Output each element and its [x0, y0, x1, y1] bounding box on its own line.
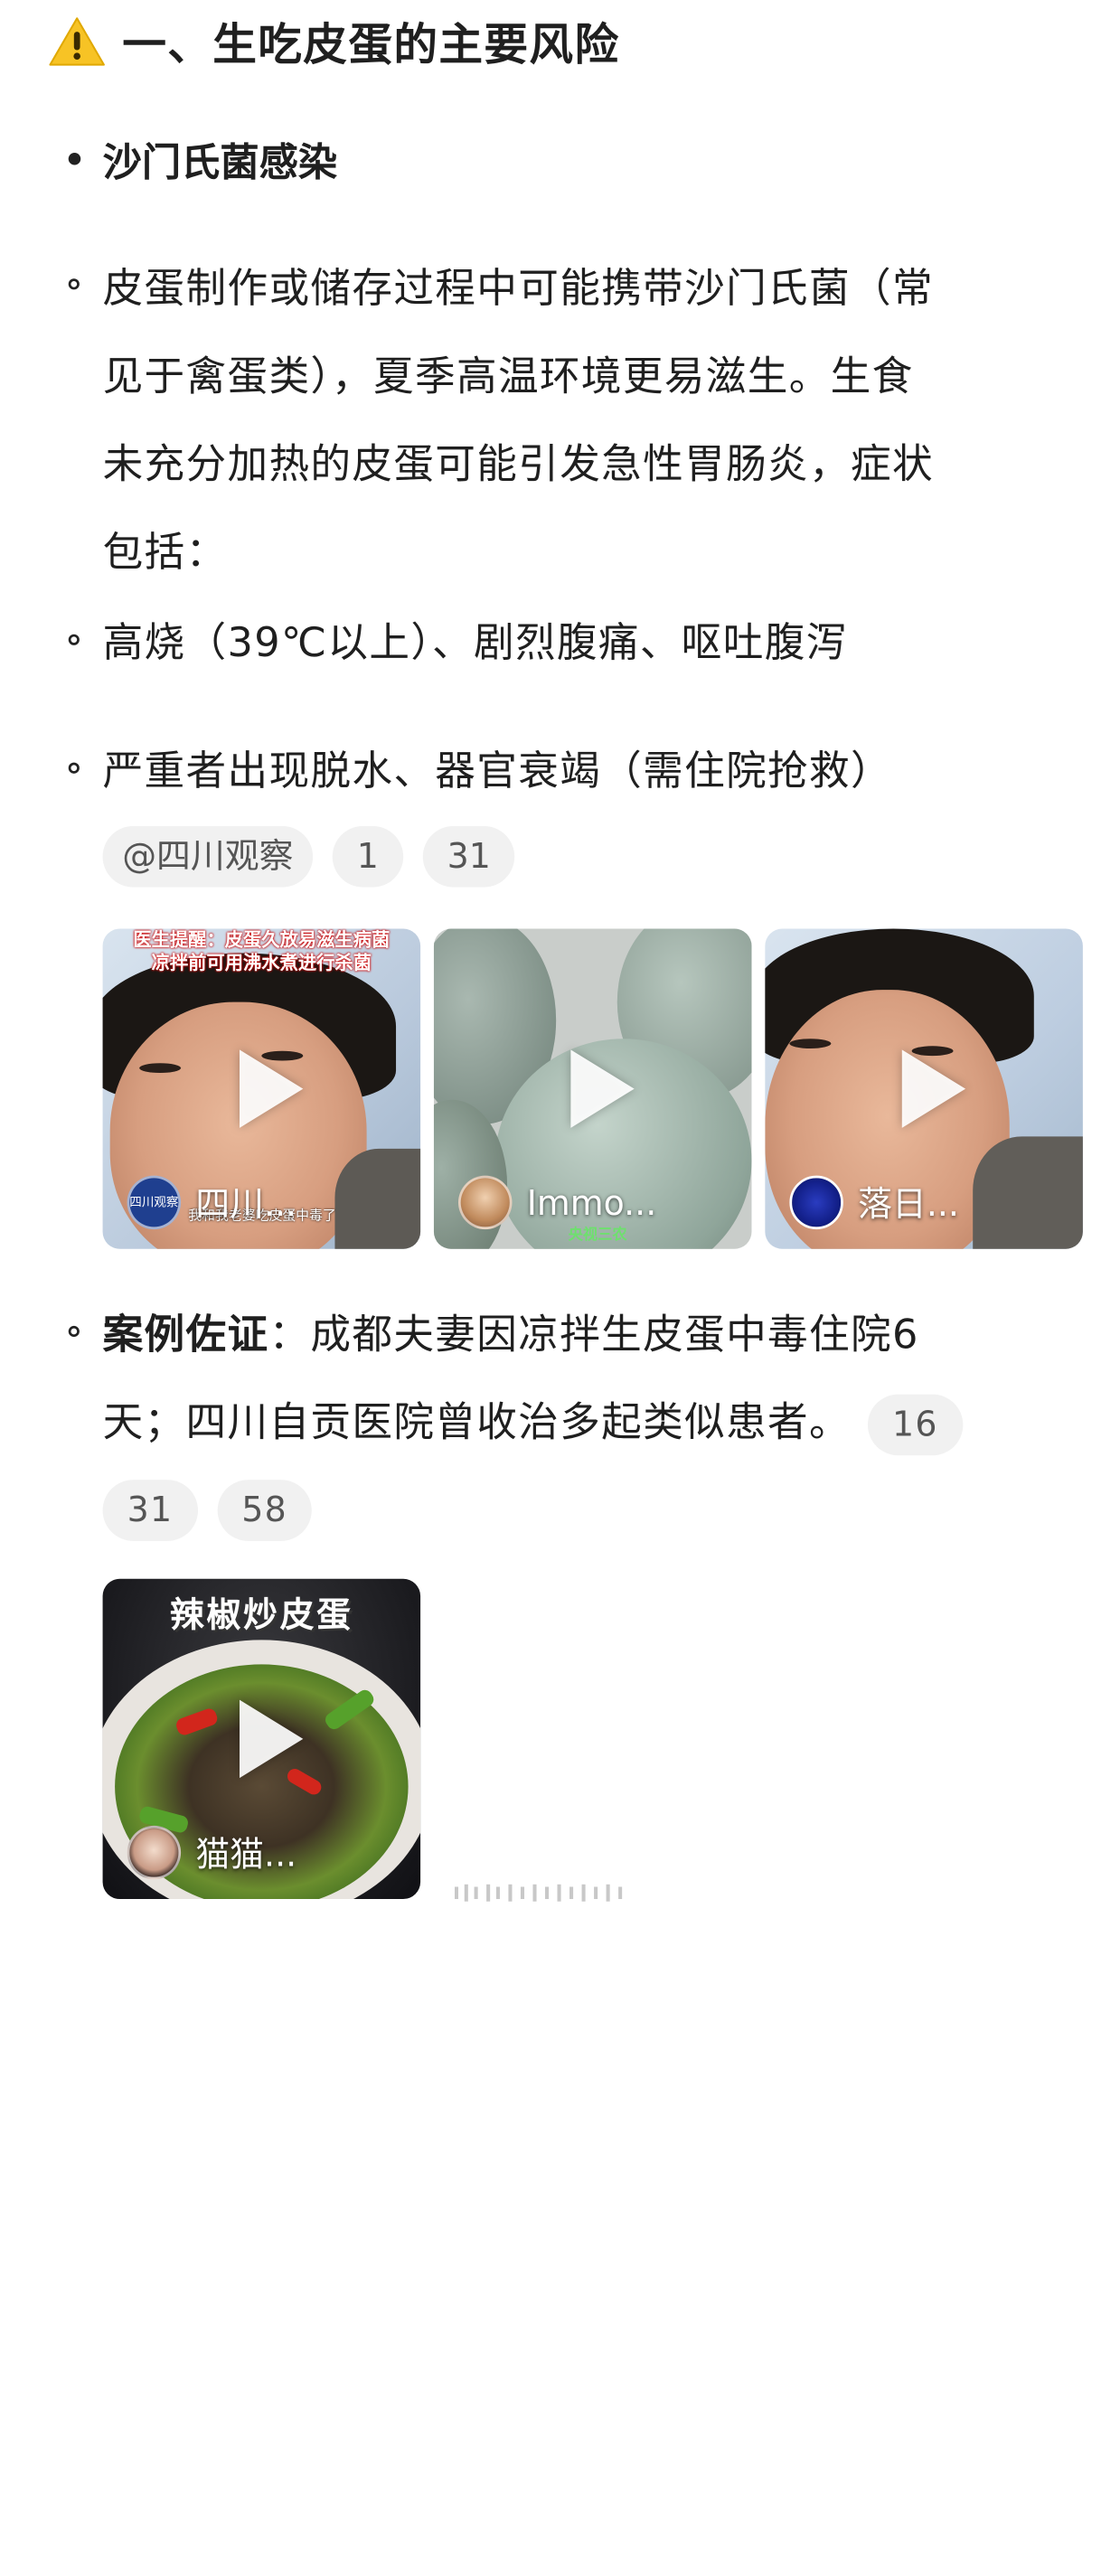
author-name: Immo... — [526, 1182, 657, 1223]
video-thumbnail[interactable]: 辣椒炒皮蛋 猫猫... — [102, 1578, 421, 1900]
page: 一、生吃皮蛋的主要风险 沙门氏菌感染 皮蛋制作或储存过程中可能携带沙门氏菌（常 … — [0, 0, 1120, 2576]
case-paragraph: 案例佐证：成都夫妻因凉拌生皮蛋中毒住院6 天；四川自贡医院曾收治多起类似患者。 1… — [102, 1291, 983, 1552]
play-icon — [239, 1049, 304, 1128]
video-carousel: 医生提醒：皮蛋久放易滋生病菌 凉拌前可用沸水煮进行杀菌 我和我老婆吃皮蛋中毒了 … — [102, 928, 1083, 1249]
bullet-dot — [68, 153, 81, 165]
case-line-2: 天；四川自贡医院曾收治多起类似患者。 16 — [103, 1378, 983, 1466]
warning-icon — [49, 17, 105, 66]
jacket — [334, 1148, 421, 1249]
video-thumbnail[interactable]: 医生提醒：皮蛋久放易滋生病菌 凉拌前可用沸水煮进行杀菌 我和我老婆吃皮蛋中毒了 … — [102, 928, 421, 1249]
video-thumbnail[interactable]: 央视三农 Immo... — [433, 928, 752, 1249]
intro-line: 包括： — [102, 528, 228, 576]
author-name: 猫猫... — [195, 1834, 297, 1875]
reference-chip[interactable]: 58 — [217, 1479, 313, 1541]
reference-chip[interactable]: 16 — [867, 1393, 963, 1455]
case-label: 案例佐证 — [102, 1310, 269, 1359]
reference-chip[interactable]: 31 — [422, 825, 515, 888]
intro-paragraph: 皮蛋制作或储存过程中可能携带沙门氏菌（常 见于禽蛋类），夏季高温环境更易滋生。生… — [103, 244, 934, 596]
case-line-1: 案例佐证：成都夫妻因凉拌生皮蛋中毒住院6 — [103, 1291, 983, 1378]
bullet-ring — [68, 1325, 80, 1338]
subsection-title: 沙门氏菌感染 — [102, 139, 338, 186]
section-heading: 一、生吃皮蛋的主要风险 — [49, 10, 619, 73]
loading-dots-icon — [454, 1884, 623, 1902]
symptom-2: 严重者出现脱水、器官衰竭（需住院抢救） — [102, 747, 892, 794]
video-author: 四川观察 四川... — [127, 1175, 297, 1230]
intro-line: 皮蛋制作或储存过程中可能携带沙门氏菌（常 — [102, 264, 934, 312]
avatar — [789, 1175, 843, 1230]
avatar — [458, 1175, 513, 1230]
eye — [789, 1039, 832, 1049]
case-colon: ： — [268, 1310, 311, 1359]
jacket — [973, 1136, 1083, 1249]
intro-line: 见于禽蛋类），夏季高温环境更易滋生。生食 — [102, 352, 914, 400]
play-icon — [901, 1049, 966, 1128]
play-icon — [239, 1699, 304, 1779]
bullet-ring — [68, 762, 80, 774]
author-name: 落日... — [858, 1184, 959, 1225]
case-text: 成都夫妻因凉拌生皮蛋中毒住院6 — [310, 1310, 919, 1359]
bullet-ring — [68, 634, 80, 645]
symptom-1: 高烧（39℃以上）、剧烈腹痛、呕吐腹泻 — [102, 618, 848, 666]
bullet-ring — [68, 278, 80, 290]
reference-chip[interactable]: 1 — [332, 825, 403, 888]
banner-line: 医生提醒：皮蛋久放易滋生病菌 — [133, 928, 391, 951]
banner-line: 凉拌前可用沸水煮进行杀菌 — [151, 952, 372, 974]
eye — [139, 1063, 182, 1074]
author-name: 四川... — [195, 1184, 297, 1225]
avatar: 四川观察 — [127, 1175, 182, 1230]
play-icon — [570, 1049, 635, 1128]
heading-text: 一、生吃皮蛋的主要风险 — [122, 20, 620, 71]
reference-chips: @四川观察 1 31 — [102, 825, 535, 888]
source-chip[interactable]: @四川观察 — [102, 825, 314, 888]
case-line-3: 31 58 — [102, 1464, 983, 1552]
avatar — [127, 1825, 182, 1880]
case-text: 天；四川自贡医院曾收治多起类似患者。 — [102, 1397, 851, 1446]
intro-line: 未充分加热的皮蛋可能引发急性胃肠炎，症状 — [102, 439, 934, 488]
reference-chip[interactable]: 31 — [102, 1479, 198, 1541]
video-author: 猫猫... — [127, 1825, 297, 1880]
video-title: 辣椒炒皮蛋 — [169, 1594, 353, 1635]
video-author: Immo... — [458, 1175, 657, 1230]
video-thumbnail[interactable]: 落日... — [765, 928, 1083, 1249]
video-banner: 医生提醒：皮蛋久放易滋生病菌 凉拌前可用沸水煮进行杀菌 — [118, 929, 406, 975]
video-author: 落日... — [789, 1175, 959, 1230]
